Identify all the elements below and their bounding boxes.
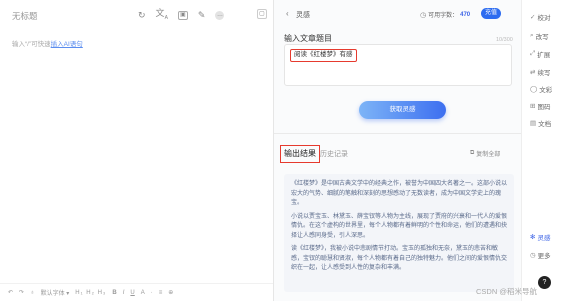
tab-output[interactable]: 输出结果 xyxy=(280,145,320,163)
help-button[interactable]: ? xyxy=(538,276,551,289)
char-counter: 10/300 xyxy=(496,37,513,43)
output-paragraph: 读《红楼梦》，我被小说中悲剧情节打动。宝玉的孤独和无奈，黛玉的悲苦和敏感，宝钗的… xyxy=(291,246,508,271)
clock-icon: ◷ xyxy=(530,252,536,259)
font-color-button[interactable]: A xyxy=(141,290,145,296)
word-count-value: 470 xyxy=(460,11,471,18)
tool-label: 灵感 xyxy=(537,235,551,242)
grid-icon: ⊞ xyxy=(530,103,536,110)
panel-title: 灵感 xyxy=(296,12,310,19)
copy-all-label: 复制全部 xyxy=(476,152,501,158)
image-icon[interactable]: ▣ xyxy=(177,11,188,21)
pen-icon[interactable]: ✎ xyxy=(198,10,206,21)
expand-icon: ⤢ xyxy=(530,50,536,57)
watermark: CSDN @稻米导航 xyxy=(476,287,537,296)
editor-pane: 无标题 ↻ 文A ▣ ✎ … ▢ 输入“/”可快速插入AI语句 ↶ ↷ ♁ 默认… xyxy=(0,0,273,301)
text-style-select[interactable]: 默认字体 ▾ xyxy=(41,288,70,297)
recharge-button[interactable]: 充值 xyxy=(481,8,502,19)
undo-button[interactable]: ↶ xyxy=(8,289,13,296)
tool-label: 校对 xyxy=(537,15,551,22)
italic-button[interactable]: I xyxy=(123,290,125,296)
format-bar: ↶ ↷ ♁ 默认字体 ▾ H₁ H₂ H₃ B I U A · ≡ ⊕ xyxy=(0,283,273,301)
word-count-label: 可用字数： xyxy=(428,13,459,19)
tool-label: 改写 xyxy=(535,34,549,41)
heading-buttons[interactable]: H₁ H₂ H₃ xyxy=(75,290,106,296)
copy-icon: ⧉ xyxy=(470,150,475,156)
output-paragraph: 《红楼梦》是中国古典文学中的经典之作，被誉为中国四大名著之一。这部小说以宏大的气… xyxy=(291,181,508,206)
bold-button[interactable]: B xyxy=(112,290,116,296)
output-box: 《红楼梦》是中国古典文学中的经典之作，被誉为中国四大名著之一。这部小说以宏大的气… xyxy=(284,174,514,292)
zoom-icon[interactable]: ⊕ xyxy=(168,289,173,296)
tool-label: 文档 xyxy=(538,121,552,128)
redo-button[interactable]: ↷ xyxy=(19,289,24,296)
tool-sidebar: ✓ 校对 ⌕ 改写 ⤢ 扩展 ⇄ 续写 ◯ 文彩 ⊞ 图码 ▤ 文档 ✻ 灵感 … xyxy=(521,0,571,301)
tool-rewrite[interactable]: ⌕ 改写 xyxy=(530,31,549,41)
tool-label: 文彩 xyxy=(539,87,553,94)
tool-label: 图码 xyxy=(537,104,551,111)
tool-image[interactable]: ⊞ 图码 xyxy=(530,101,550,111)
toolbar-icons: ↻ 文A ▣ ✎ … xyxy=(138,8,225,24)
tab-history[interactable]: 历史记录 xyxy=(320,149,348,159)
panel-header: ‹ 灵感 ◷ 可用字数： 470 充值 xyxy=(274,0,521,26)
collapse-icon[interactable]: ▢ xyxy=(257,9,267,19)
editor-toolbar: 无标题 ↻ 文A ▣ ✎ … ▢ xyxy=(0,0,273,28)
generate-button[interactable]: 获取灵感 xyxy=(359,101,446,119)
tool-expand[interactable]: ⤢ 扩展 xyxy=(530,49,550,59)
back-icon[interactable]: ‹ xyxy=(286,9,289,18)
doc-title[interactable]: 无标题 xyxy=(12,10,38,22)
search-icon: ⌕ xyxy=(530,32,534,39)
divider-dot: · xyxy=(150,289,153,296)
circle-icon: ◯ xyxy=(530,86,538,93)
hint-text: 输入“/”可快速 xyxy=(12,41,51,48)
undo-icon[interactable]: ↻ xyxy=(138,10,146,21)
align-icon[interactable]: ≡ xyxy=(159,290,163,296)
tool-proofread[interactable]: ✓ 校对 xyxy=(530,12,550,22)
inspiration-panel: ‹ 灵感 ◷ 可用字数： 470 充值 输入文章题目 10/300 阅读《红楼梦… xyxy=(274,0,521,301)
swap-icon: ⇄ xyxy=(530,69,536,76)
tool-document[interactable]: ▤ 文档 xyxy=(530,118,551,128)
tool-style[interactable]: ◯ 文彩 xyxy=(530,84,552,94)
document-icon: ▤ xyxy=(530,120,537,127)
output-paragraph: 小说以贾宝玉、林黛玉、薛宝钗等人物为主线，展现了贾府的兴衰和一代人的爱恨情仇。在… xyxy=(291,213,508,239)
insert-ai-link[interactable]: 插入AI语句 xyxy=(51,41,83,48)
tool-continue[interactable]: ⇄ 续写 xyxy=(530,67,550,77)
check-icon: ✓ xyxy=(530,14,536,21)
word-count: ◷ 可用字数： 470 xyxy=(420,10,471,20)
copy-all-button[interactable]: ⧉ 复制全部 xyxy=(470,149,500,158)
translate-icon[interactable]: 文A xyxy=(156,8,168,24)
tool-label: 更多 xyxy=(537,253,551,260)
sparkle-icon: ✻ xyxy=(530,234,536,241)
title-input-value[interactable]: 阅读《红楼梦》有感 xyxy=(290,49,357,62)
tool-label: 续写 xyxy=(537,70,551,77)
clock-icon: ◷ xyxy=(420,11,427,19)
underline-button[interactable]: U xyxy=(130,290,134,296)
editor-placeholder[interactable]: 输入“/”可快速插入AI语句 xyxy=(12,38,83,48)
paint-format-icon[interactable]: ♁ xyxy=(30,290,35,296)
section-label: 输入文章题目 xyxy=(284,34,332,43)
title-input[interactable]: 阅读《红楼梦》有感 xyxy=(284,44,512,86)
section-divider xyxy=(274,133,521,134)
tool-label: 扩展 xyxy=(537,52,551,59)
tool-more[interactable]: ◷ 更多 xyxy=(530,250,551,260)
more-icon[interactable]: … xyxy=(215,11,225,21)
tool-inspiration[interactable]: ✻ 灵感 xyxy=(530,232,550,242)
